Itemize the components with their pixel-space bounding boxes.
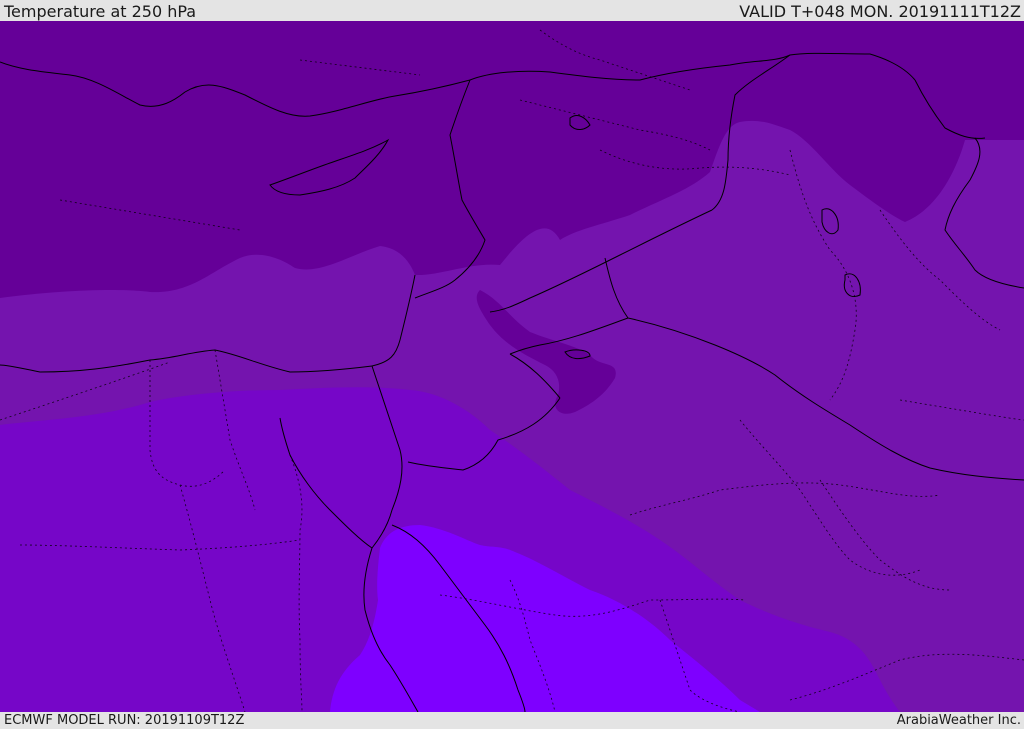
map-title: Temperature at 250 hPa (4, 2, 197, 21)
credit-label: ArabiaWeather Inc. (896, 713, 1021, 728)
header-bar: Temperature at 250 hPa VALID T+048 MON. … (0, 0, 1024, 21)
model-run: ECMWF MODEL RUN: 20191109T12Z (4, 713, 245, 728)
valid-time: VALID T+048 MON. 20191111T12Z (739, 2, 1021, 21)
footer-bar: ECMWF MODEL RUN: 20191109T12Z ArabiaWeat… (0, 712, 1024, 729)
temperature-map (0, 21, 1024, 712)
